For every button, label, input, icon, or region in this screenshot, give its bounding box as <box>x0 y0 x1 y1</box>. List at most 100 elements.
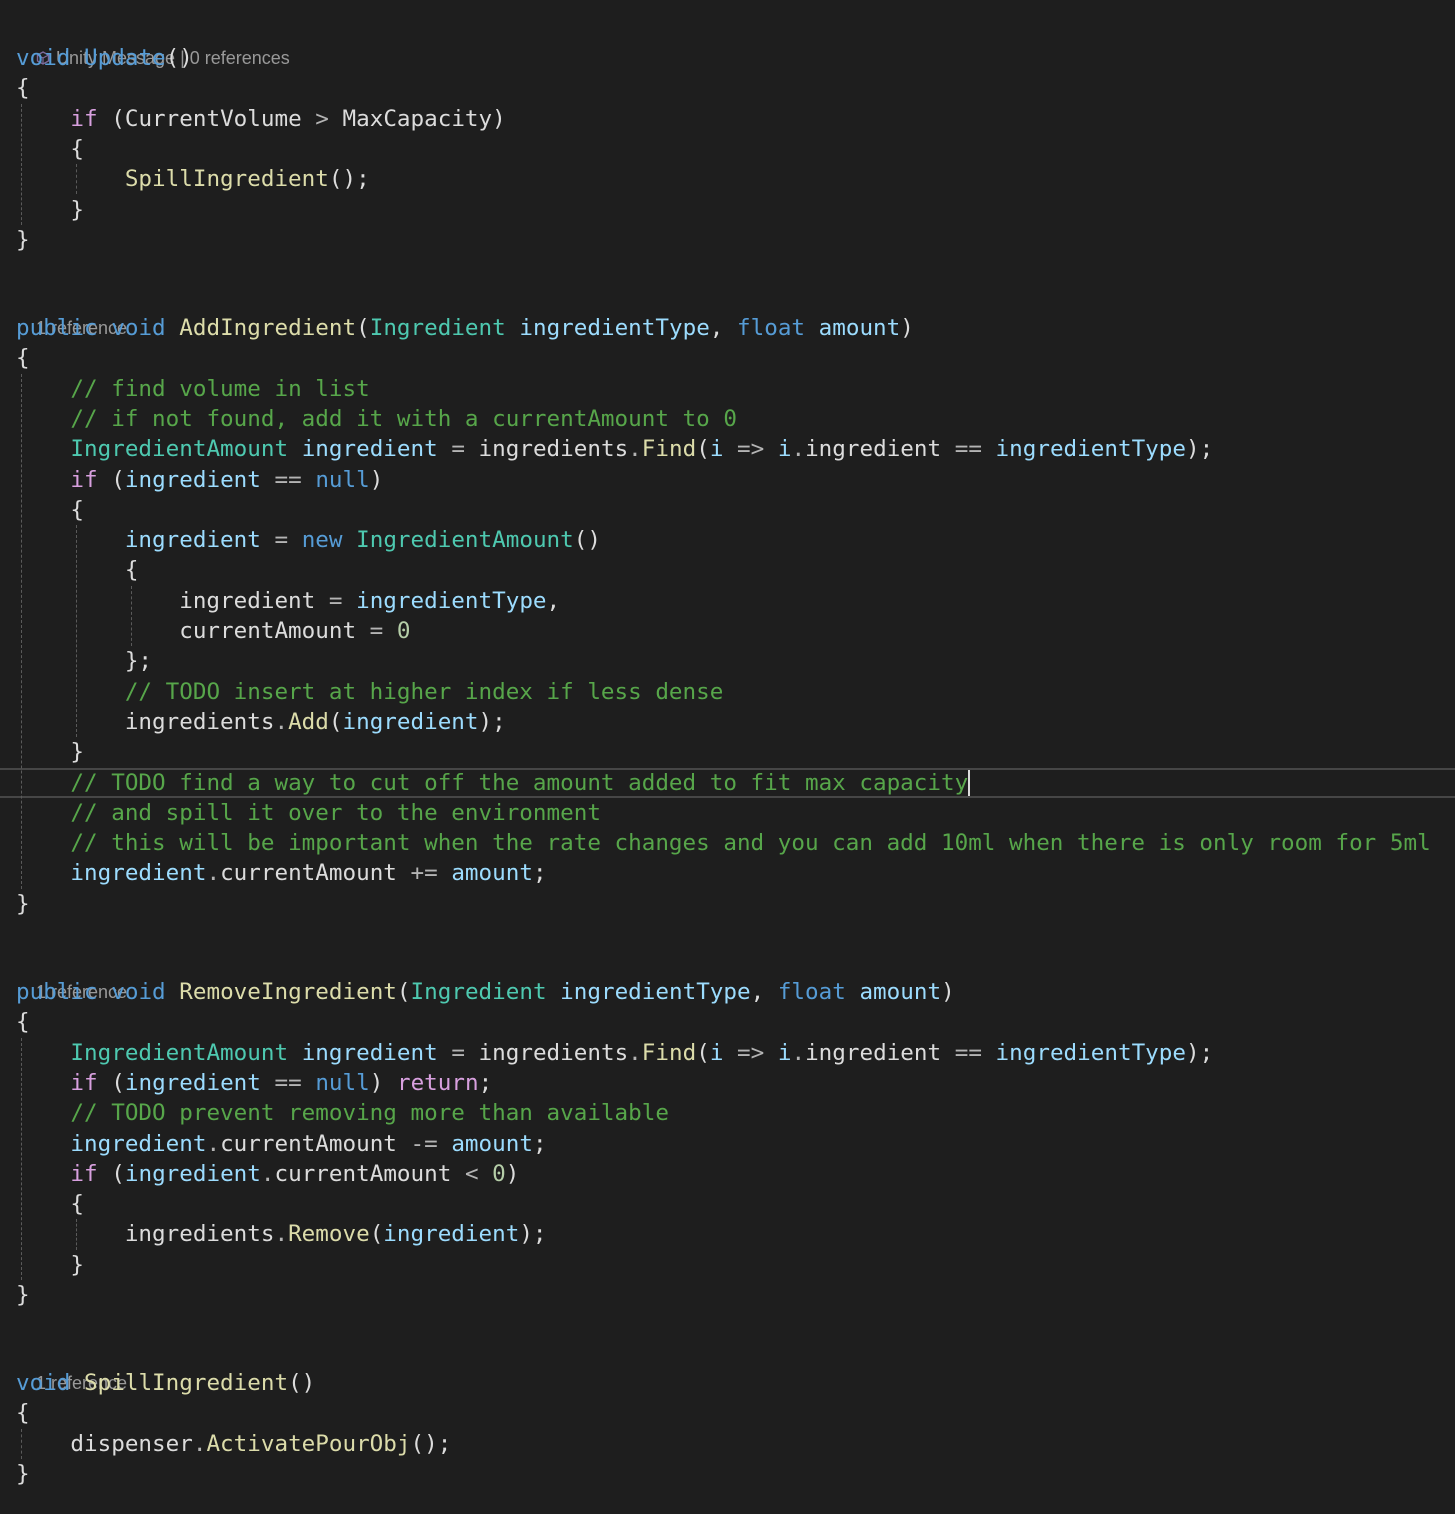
code-line[interactable]: ingredients.Add(ingredient); <box>0 707 1455 737</box>
code-token: }; <box>16 648 153 675</box>
code-token: ) <box>505 1160 520 1187</box>
code-token: = <box>274 527 289 554</box>
code-token: i <box>777 1039 792 1066</box>
code-line[interactable]: { <box>0 555 1455 585</box>
code-token: => <box>737 436 765 463</box>
code-token: ingredientType <box>995 1039 1186 1066</box>
code-token: . <box>628 436 642 463</box>
codelens-update[interactable]: Unity Message | 0 references <box>0 16 1455 68</box>
code-line[interactable]: { <box>0 343 1455 373</box>
code-token: RemoveIngredient <box>179 979 397 1005</box>
codelens-add-ingredient[interactable]: 1 reference <box>0 286 1455 338</box>
code-token: { <box>16 135 85 162</box>
code-line[interactable]: if (ingredient == null) return; <box>0 1068 1455 1098</box>
code-line[interactable]: public void RemoveIngredient(Ingredient … <box>0 977 1455 1007</box>
code-line[interactable]: { <box>0 134 1455 164</box>
code-line[interactable]: IngredientAmount ingredient = ingredient… <box>0 1038 1455 1068</box>
code-token: ingredients <box>16 708 275 735</box>
code-line[interactable]: SpillIngredient(); <box>0 164 1455 194</box>
code-line[interactable]: void Update() <box>0 43 1455 73</box>
code-token: Ingredient <box>369 315 506 341</box>
code-line[interactable]: }; <box>0 646 1455 676</box>
code-token: () <box>573 527 601 554</box>
code-token: ingredient <box>805 436 955 463</box>
code-token: dispenser <box>16 1430 193 1457</box>
code-token: == <box>954 436 982 463</box>
code-token: => <box>737 1039 765 1066</box>
code-token: ingredientType <box>995 436 1186 463</box>
code-token: ; <box>478 1069 493 1096</box>
code-line[interactable]: public void AddIngredient(Ingredient ing… <box>0 313 1455 343</box>
code-line[interactable]: if (ingredient.currentAmount < 0) <box>0 1159 1455 1189</box>
code-line[interactable]: ingredient = new IngredientAmount() <box>0 525 1455 555</box>
code-line[interactable]: // this will be important when the rate … <box>0 828 1455 858</box>
code-token: if <box>70 1069 98 1096</box>
code-token: void <box>16 45 71 71</box>
code-line[interactable]: // TODO insert at higher index if less d… <box>0 677 1455 707</box>
code-line[interactable]: ingredient.currentAmount -= amount; <box>0 1129 1455 1159</box>
code-line[interactable]: ingredients.Remove(ingredient); <box>0 1219 1455 1249</box>
code-line[interactable]: ingredient = ingredientType, <box>0 586 1455 616</box>
code-line[interactable]: // if not found, add it with a currentAm… <box>0 404 1455 434</box>
code-token: } <box>16 1282 30 1308</box>
code-token: currentAmount <box>274 1160 465 1187</box>
code-line[interactable]: { <box>0 1189 1455 1219</box>
code-line[interactable]: dispenser.ActivatePourObj(); <box>0 1429 1455 1459</box>
code-line[interactable]: if (CurrentVolume > MaxCapacity) <box>0 104 1455 134</box>
code-token: ingredient <box>342 708 479 735</box>
code-line[interactable]: { <box>0 1007 1455 1037</box>
code-line[interactable]: } <box>0 889 1455 919</box>
code-line[interactable]: // and spill it over to the environment <box>0 798 1455 828</box>
code-line[interactable]: { <box>0 73 1455 103</box>
code-token: if <box>70 1160 98 1187</box>
code-line[interactable]: { <box>0 495 1455 525</box>
codelens-spill-ingredient[interactable]: 1 reference <box>0 1341 1455 1393</box>
code-token: (); <box>410 1430 452 1457</box>
code-line[interactable]: void SpillIngredient() <box>0 1368 1455 1398</box>
code-token: < <box>464 1160 479 1187</box>
code-line[interactable]: } <box>0 1459 1455 1489</box>
code-token: // TODO find a way to cut off the amount… <box>70 769 969 796</box>
code-line[interactable]: { <box>0 1398 1455 1428</box>
code-line[interactable]: } <box>0 1250 1455 1280</box>
code-token: // this will be important when the rate … <box>70 830 1431 857</box>
code-token: } <box>16 739 85 766</box>
code-token: float <box>777 979 846 1005</box>
code-token: ingredient <box>805 1039 955 1066</box>
code-line-current[interactable]: // TODO find a way to cut off the amount… <box>0 767 1455 798</box>
codelens-remove-ingredient[interactable]: 1 reference <box>0 950 1455 1002</box>
code-token: currentAmount <box>220 1130 411 1157</box>
code-line[interactable]: } <box>0 737 1455 767</box>
code-line[interactable]: currentAmount = 0 <box>0 616 1455 646</box>
indent-guide <box>76 525 77 738</box>
code-line[interactable]: } <box>0 195 1455 225</box>
code-token: ingredient <box>383 1221 520 1248</box>
code-token: { <box>16 557 139 584</box>
code-editor[interactable]: Unity Message | 0 references 1 reference… <box>0 0 1455 1514</box>
code-token: == <box>274 466 302 493</box>
code-line[interactable]: } <box>0 225 1455 255</box>
code-token: -= <box>410 1130 438 1157</box>
indent-guide <box>76 164 77 195</box>
code-token: ; <box>532 860 547 887</box>
code-token: ( <box>97 1160 125 1187</box>
code-line[interactable]: // find volume in list <box>0 374 1455 404</box>
code-line[interactable]: if (ingredient == null) <box>0 465 1455 495</box>
indent-guide <box>21 1037 22 1280</box>
code-token: if <box>70 105 98 132</box>
code-line[interactable]: IngredientAmount ingredient = ingredient… <box>0 434 1455 464</box>
code-line[interactable]: } <box>0 1280 1455 1310</box>
code-line[interactable]: ingredient.currentAmount += amount; <box>0 858 1455 888</box>
code-line[interactable]: // TODO prevent removing more than avail… <box>0 1098 1455 1128</box>
code-token: amount <box>451 860 533 887</box>
